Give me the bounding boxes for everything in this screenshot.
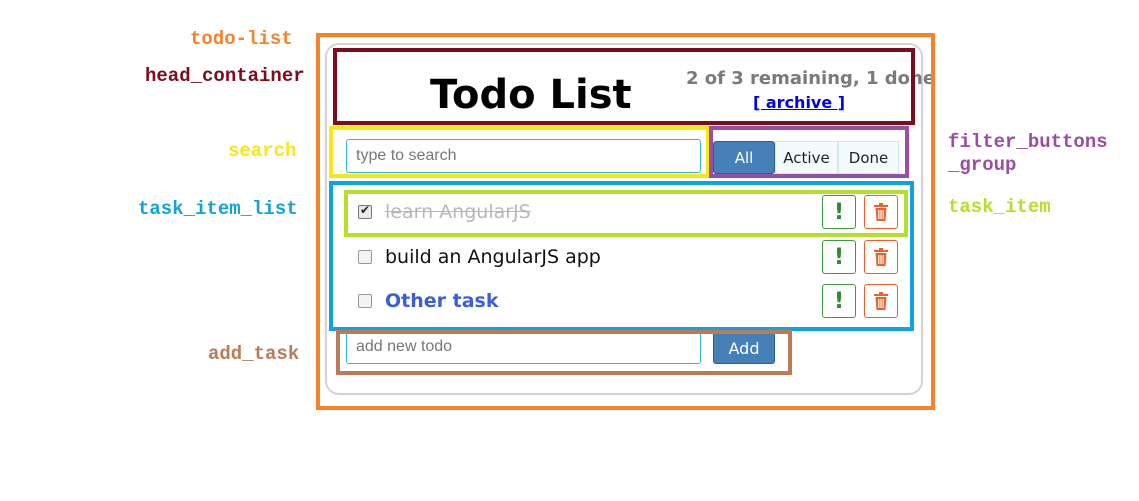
task-item-box (344, 190, 908, 237)
annotation-head-container: head_container (145, 65, 305, 87)
head-container-box (333, 48, 915, 125)
annotation-task-item-list: task_item_list (138, 198, 298, 220)
annotation-search: search (228, 140, 297, 162)
annotation-add-task: add_task (208, 343, 300, 365)
filter-buttons-group-box (709, 126, 909, 178)
search-box (329, 126, 710, 178)
annotation-todo-list: todo-list (190, 28, 293, 50)
add-task-box (336, 330, 792, 375)
annotation-filter-buttons-group-line1: filter_buttons (948, 131, 1108, 153)
annotation-task-item: task_item (948, 196, 1051, 218)
annotation-filter-buttons-group-line2: _group (948, 154, 1017, 176)
